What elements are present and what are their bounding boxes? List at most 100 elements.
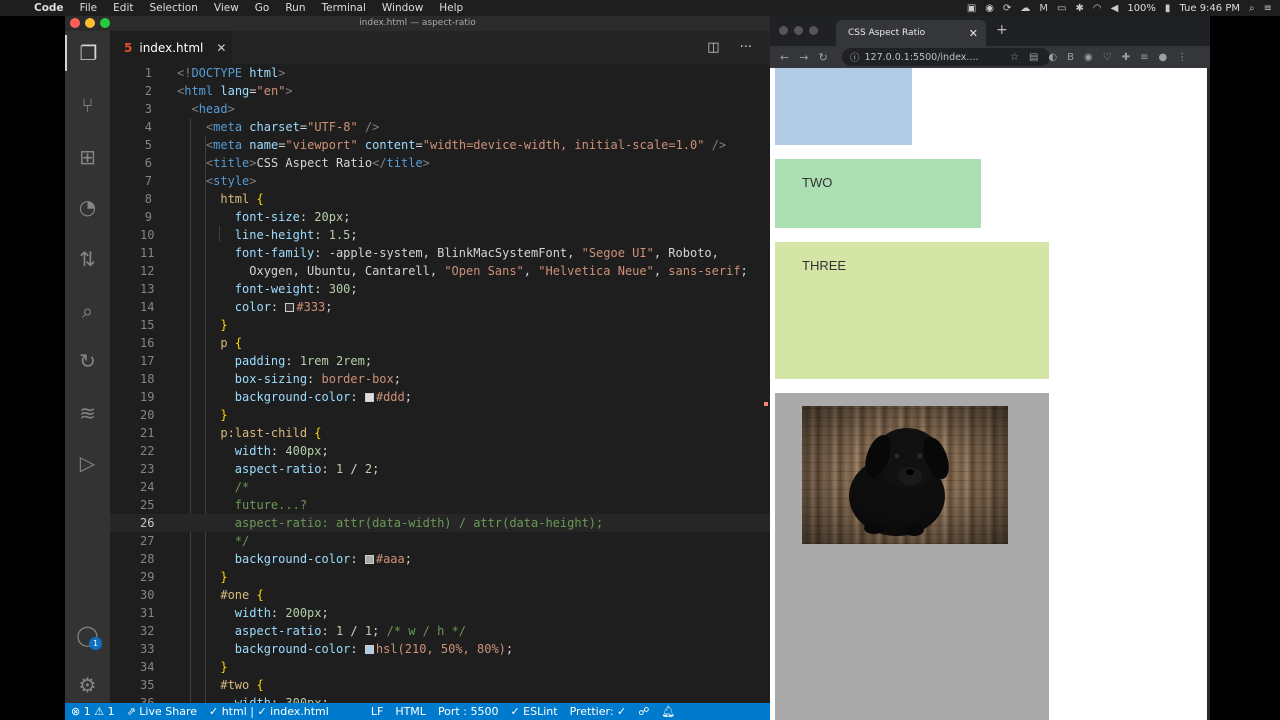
code-line: 33 background-color: hsl(210, 50%, 80%); <box>140 642 514 656</box>
extension-icon[interactable]: ◐ <box>1048 52 1057 63</box>
browser-close-button[interactable] <box>779 26 788 35</box>
code-line: 4 <meta charset="UTF-8" /> <box>144 120 380 134</box>
code-line: 1 <!DOCTYPE html> <box>144 66 286 80</box>
paragraph-two-text: TWO <box>802 175 833 190</box>
git-graph-icon[interactable]: ◔ <box>65 189 110 225</box>
menu-go[interactable]: Go <box>247 2 278 14</box>
page-viewport[interactable]: TWO THREE <box>770 68 1207 720</box>
paragraph-three: THREE <box>775 242 1049 379</box>
code-editor[interactable]: 1 <!DOCTYPE html> 2 <html lang="en"> 3 <he… <box>110 64 770 703</box>
browser-window: CSS Aspect Ratio ✕ + ← → ↻ ⓘ 127.0.0.1:5… <box>770 16 1210 720</box>
control-center-icon[interactable]: ≡ <box>1264 3 1272 14</box>
forward-icon[interactable]: → <box>799 51 808 64</box>
editor-actions: ◫ ··· <box>707 31 752 64</box>
run-debug-icon[interactable]: ▷ <box>65 445 110 481</box>
pull-request-icon[interactable]: ⇅ <box>65 241 110 277</box>
battery-percent[interactable]: 100% <box>1127 3 1156 14</box>
close-window-button[interactable] <box>70 18 80 28</box>
cloud-icon[interactable]: ☁ <box>1020 3 1030 14</box>
new-tab-icon[interactable]: + <box>996 22 1008 38</box>
code-line: 17 padding: 1rem 2rem; <box>140 354 373 368</box>
code-line: 20 } <box>140 408 228 422</box>
bluetooth-icon[interactable]: ✱ <box>1076 3 1084 14</box>
clock[interactable]: Tue 9:46 PM <box>1179 3 1240 14</box>
eslint-status[interactable]: ✓ ESLint <box>504 705 563 718</box>
zoom-window-button[interactable] <box>100 18 110 28</box>
black-puppy-image <box>802 406 1008 544</box>
extension-icon[interactable]: B <box>1067 52 1074 63</box>
back-icon[interactable]: ← <box>780 51 789 64</box>
browser-menu-icon[interactable]: ⋮ <box>1177 52 1187 63</box>
code-line: 14 color: #333; <box>140 300 333 314</box>
extensions-puzzle-icon[interactable]: ✚ <box>1122 52 1130 63</box>
code-line: 6 <title>CSS Aspect Ratio</title> <box>144 156 430 170</box>
menu-help[interactable]: Help <box>431 2 471 14</box>
notifications-bell-icon[interactable]: 🔔︎ <box>655 705 681 718</box>
mail-icon[interactable]: M <box>1039 3 1048 14</box>
source-control-icon[interactable]: ⑂ <box>65 87 110 123</box>
menu-terminal[interactable]: Terminal <box>314 2 374 14</box>
sync-icon[interactable]: ⟳ <box>1003 3 1011 14</box>
menu-file[interactable]: File <box>72 2 106 14</box>
wifi-icon[interactable]: ◠ <box>1093 3 1102 14</box>
paragraph-one <box>775 68 912 145</box>
live-share-icon[interactable]: ↻ <box>65 343 110 379</box>
split-editor-icon[interactable]: ◫ <box>707 40 719 55</box>
spotlight-icon[interactable]: ⌕ <box>1249 3 1255 14</box>
menu-window[interactable]: Window <box>374 2 431 14</box>
paragraph-last-child <box>775 393 1049 720</box>
browser-tab[interactable]: CSS Aspect Ratio ✕ <box>836 20 986 46</box>
menu-run[interactable]: Run <box>277 2 313 14</box>
close-tab-icon[interactable]: ✕ <box>969 27 978 40</box>
profile-avatar[interactable]: ● <box>1159 52 1168 63</box>
tab-label: index.html <box>139 40 204 55</box>
site-info-icon[interactable]: ⓘ <box>850 50 860 64</box>
browser-zoom-button[interactable] <box>809 26 818 35</box>
code-line: 21 p:last-child { <box>140 426 322 440</box>
menu-edit[interactable]: Edit <box>105 2 141 14</box>
code-line: 29 } <box>140 570 228 584</box>
menu-selection[interactable]: Selection <box>141 2 205 14</box>
code-line: 2 <html lang="en"> <box>144 84 293 98</box>
search-icon[interactable]: ⌕ <box>65 293 110 329</box>
menu-view[interactable]: View <box>206 2 247 14</box>
screen-icon[interactable]: ▭ <box>1057 3 1066 14</box>
extensions-icon[interactable]: ⊞ <box>65 139 110 175</box>
problems-status[interactable]: ⊗ 1 ⚠ 1 <box>65 705 121 718</box>
docker-icon[interactable]: ≋ <box>65 395 110 431</box>
extension-icon[interactable]: ♡ <box>1103 52 1112 63</box>
prettier-status[interactable]: Prettier: ✓ <box>564 705 633 718</box>
location-icon[interactable]: ◉ <box>985 3 994 14</box>
more-actions-icon[interactable]: ··· <box>740 40 752 55</box>
live-share-status[interactable]: ⇗ Live Share <box>121 705 203 718</box>
close-tab-icon[interactable]: ✕ <box>216 41 226 55</box>
explorer-icon[interactable]: ❐ <box>65 35 110 71</box>
code-line: 34 } <box>140 660 228 674</box>
minimize-window-button[interactable] <box>85 18 95 28</box>
code-line: 35 #two { <box>140 678 264 692</box>
html-validation-status[interactable]: ✓ html | ✓ index.html <box>203 705 335 718</box>
battery-icon[interactable]: ▮ <box>1165 3 1171 14</box>
extension-icon[interactable]: ◉ <box>1084 52 1093 63</box>
browser-tab-strip: CSS Aspect Ratio ✕ + <box>770 16 1210 46</box>
code-line: 13 font-weight: 300; <box>140 282 358 296</box>
extension-icons: ☆ ▤ ◐ B ◉ ♡ ✚ ≡ ● ⋮ <box>1010 46 1187 68</box>
eol-status[interactable]: LF <box>365 705 389 718</box>
settings-gear-icon[interactable]: ⚙ <box>65 667 110 703</box>
language-mode-status[interactable]: HTML <box>389 705 432 718</box>
menu-code[interactable]: Code <box>26 2 72 14</box>
reload-icon[interactable]: ↻ <box>818 51 827 64</box>
vscode-titlebar: index.html — aspect-ratio <box>65 16 770 31</box>
camera-icon[interactable]: ▣ <box>967 3 976 14</box>
code-line: 3 <head> <box>144 102 235 116</box>
extension-icon[interactable]: ▤ <box>1029 52 1038 63</box>
volume-icon[interactable]: ◀ <box>1111 3 1119 14</box>
feedback-icon[interactable]: ☍ <box>632 705 655 718</box>
browser-minimize-button[interactable] <box>794 26 803 35</box>
live-server-port-status[interactable]: Port : 5500 <box>432 705 505 718</box>
reading-list-icon[interactable]: ≡ <box>1140 52 1148 63</box>
bookmark-star-icon[interactable]: ☆ <box>1010 52 1019 63</box>
tab-index-html[interactable]: 5 index.html ✕ <box>110 31 232 64</box>
accounts-icon[interactable]: ◯ 1 <box>65 617 110 653</box>
macos-menubar: Code File Edit Selection View Go Run Ter… <box>0 0 1280 16</box>
